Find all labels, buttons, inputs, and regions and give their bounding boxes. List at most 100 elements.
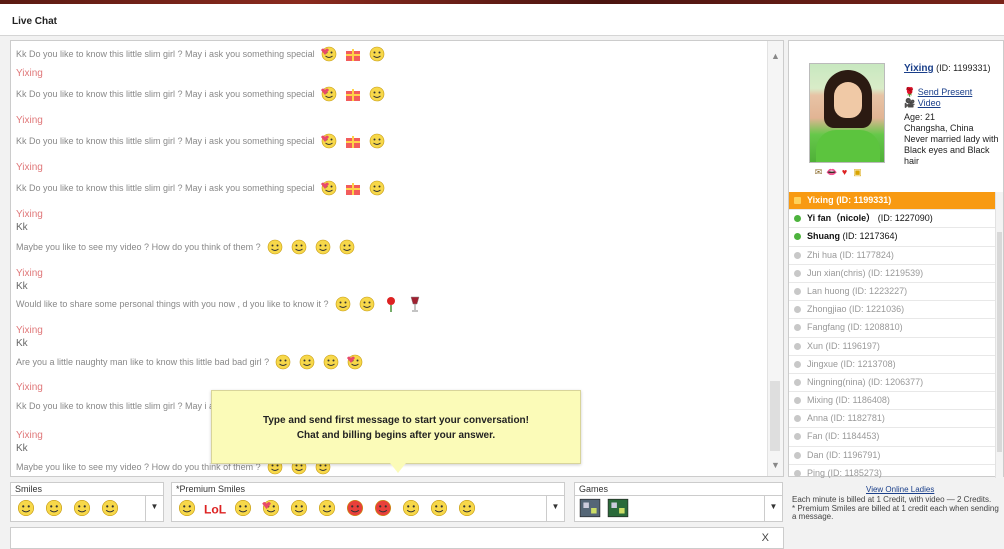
- lips-icon[interactable]: 👄: [826, 168, 837, 177]
- sleepy-smiley-icon: [369, 133, 384, 149]
- angel-smiley-icon[interactable]: [15, 498, 37, 518]
- tooltip-line-1: Type and send first message to start you…: [263, 415, 529, 426]
- lol-smiley-icon[interactable]: LoL: [204, 498, 226, 518]
- reply-text: Kk: [16, 222, 28, 233]
- grin-icon[interactable]: [71, 498, 93, 518]
- tooltip-line-2: Chat and billing begins after your answe…: [296, 430, 496, 441]
- games-label: Games: [579, 484, 609, 494]
- message-input[interactable]: X: [10, 527, 784, 549]
- profile-id: (ID: 1199331): [936, 63, 991, 73]
- person-item[interactable]: Fangfang (ID: 1208810): [789, 319, 1003, 338]
- heart-smiley-icon: [320, 133, 336, 149]
- person-item[interactable]: Zhi hua (ID: 1177824): [789, 247, 1003, 265]
- heart-icon[interactable]: ♥: [839, 168, 850, 177]
- wink-smiley-icon[interactable]: [456, 498, 478, 518]
- gift-icon[interactable]: ▣: [852, 168, 863, 177]
- status-dot-icon: [794, 415, 801, 423]
- flirt-smiley-icon[interactable]: [316, 498, 338, 518]
- status-dot-icon: [794, 397, 801, 405]
- heart-smiley-icon: [347, 354, 363, 370]
- profile-location: Changsha, China: [904, 123, 974, 133]
- person-id: (ID: 1186408): [835, 395, 890, 406]
- person-item[interactable]: Ningning(nina) (ID: 1206377): [789, 374, 1003, 393]
- flirt-smiley-icon: [335, 296, 350, 312]
- person-name: Anna: [807, 413, 829, 424]
- kiss-smiley-icon[interactable]: [372, 498, 394, 518]
- send-present-link[interactable]: Send Present: [918, 87, 973, 97]
- reply-text: Kk: [16, 338, 28, 349]
- person-id: (ID: 1199331): [836, 195, 892, 205]
- chat-scrollbar[interactable]: ▲ ▼: [767, 41, 783, 476]
- profile-panel: ✉ 👄 ♥ ▣ Yixing (ID: 1199331) 🌹 Send Present…: [788, 40, 1004, 478]
- person-item[interactable]: Mixing (ID: 1186408): [789, 392, 1003, 411]
- heart-smiley-icon: [320, 46, 336, 62]
- list-scroll-thumb[interactable]: [997, 232, 1002, 452]
- premium-dropdown-icon[interactable]: ▼: [546, 495, 564, 522]
- video-link[interactable]: Video: [918, 98, 941, 108]
- person-id: (ID: 1221036): [849, 304, 905, 315]
- message-text: Would like to share some personal things…: [16, 299, 329, 309]
- sender-name: Yixing: [16, 325, 43, 336]
- person-id: (ID: 1227090): [877, 213, 933, 224]
- heart-eyes-smiley-icon[interactable]: [260, 498, 282, 518]
- scroll-thumb[interactable]: [770, 381, 780, 451]
- person-item[interactable]: Jingxue (ID: 1213708): [789, 356, 1003, 374]
- games-divider: [575, 495, 782, 496]
- games-dropdown-icon[interactable]: ▼: [764, 495, 782, 522]
- view-online-ladies-link[interactable]: View Online Ladies: [866, 485, 934, 494]
- grin-icon: [323, 354, 339, 370]
- devil-smiley-icon[interactable]: [344, 498, 366, 518]
- person-name: Jingxue: [807, 358, 839, 369]
- profile-info: Yixing (ID: 1199331) 🌹 Send Present 🎥 Vi…: [904, 63, 1004, 167]
- message-text: Maybe you like to see my video ? How do …: [16, 242, 261, 252]
- person-item[interactable]: Lan huong (ID: 1223227): [789, 283, 1003, 302]
- sad-smiley-icon[interactable]: [400, 498, 422, 518]
- person-item[interactable]: Shuang (ID: 1217364): [789, 228, 1003, 247]
- person-item[interactable]: Zhongjiao (ID: 1221036): [789, 301, 1003, 320]
- smiles-dropdown-icon[interactable]: ▼: [145, 495, 163, 522]
- person-item[interactable]: Yixing (ID: 1199331): [789, 192, 1003, 211]
- message-text: Kk Do you like to know this little slim …: [16, 183, 315, 193]
- chat-message: Are you a little naughty man like to kno…: [16, 353, 756, 371]
- sender-name: Yixing: [16, 115, 43, 126]
- profile-name-link[interactable]: Yixing: [904, 63, 934, 74]
- person-item[interactable]: Yi fan（nicole） (ID: 1227090): [789, 210, 1003, 229]
- crying-smiley-icon[interactable]: [428, 498, 450, 518]
- message-text: Are you a little naughty man like to kno…: [16, 357, 270, 367]
- person-item[interactable]: Dan (ID: 1196791): [789, 447, 1003, 465]
- profile-age: Age: 21: [904, 112, 936, 122]
- close-icon[interactable]: X: [762, 532, 769, 544]
- scroll-up-icon[interactable]: ▲: [771, 51, 780, 61]
- hello-smiley-icon[interactable]: [176, 498, 198, 518]
- person-id: (ID: 1185273): [827, 467, 882, 478]
- person-id: (ID: 1219539): [868, 267, 924, 278]
- person-item[interactable]: Ping (ID: 1185273): [789, 465, 1003, 478]
- thumbs-smiley-icon[interactable]: [288, 498, 310, 518]
- person-item[interactable]: Anna (ID: 1182781): [789, 410, 1003, 429]
- person-id: (ID: 1213708): [840, 358, 896, 369]
- smile-icon[interactable]: [43, 498, 65, 518]
- person-item[interactable]: Xun (ID: 1196197): [789, 338, 1003, 356]
- status-dot-icon: [794, 251, 801, 259]
- game-board-1-icon[interactable]: [579, 498, 601, 518]
- person-item[interactable]: Jun xian(chris) (ID: 1219539): [789, 265, 1003, 283]
- premium-smiles-box: *Premium Smiles LoL ▼: [171, 482, 565, 522]
- game-board-2-icon[interactable]: [607, 498, 629, 518]
- smiles-row: [15, 498, 127, 520]
- status-dot-icon: [794, 269, 801, 277]
- chat-message: Kk Do you like to know this little slim …: [16, 85, 756, 103]
- person-name: Zhi hua: [807, 249, 838, 260]
- person-name: Yi fan（nicole）: [807, 213, 876, 224]
- hug-smiley-icon[interactable]: [99, 498, 121, 518]
- shocked-smiley-icon[interactable]: [232, 498, 254, 518]
- profile-photo[interactable]: [809, 63, 885, 163]
- first-message-tooltip: Type and send first message to start you…: [211, 390, 581, 473]
- scroll-down-icon[interactable]: ▼: [771, 460, 780, 470]
- status-dot-icon: [794, 342, 801, 350]
- mail-icon[interactable]: ✉: [813, 168, 824, 177]
- list-scrollbar[interactable]: [995, 192, 1003, 478]
- message-emoticons: [273, 353, 369, 371]
- person-id: (ID: 1223227): [852, 285, 908, 296]
- person-item[interactable]: Fan (ID: 1184453): [789, 428, 1003, 447]
- person-name: Fan: [807, 431, 823, 442]
